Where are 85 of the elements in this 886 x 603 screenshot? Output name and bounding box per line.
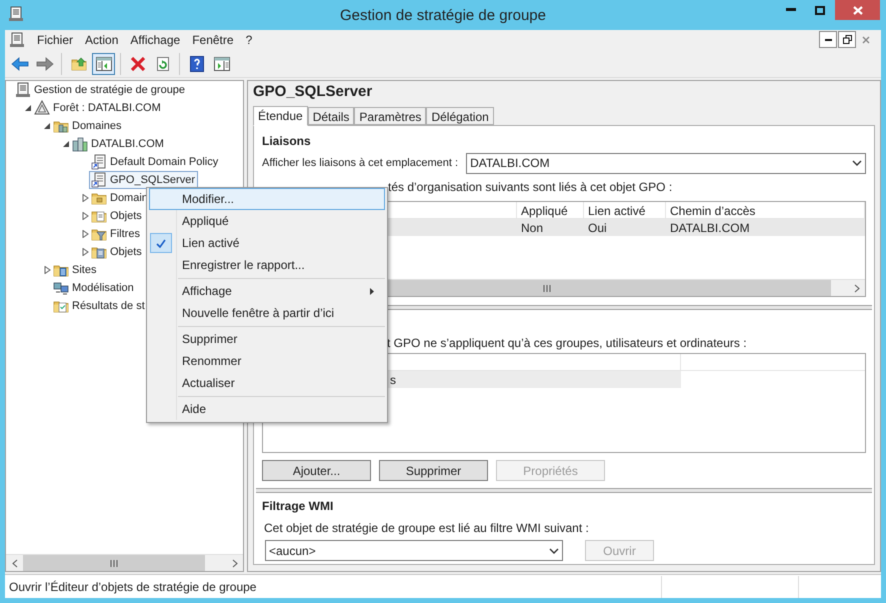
minimize-icon [786,8,796,12]
tree-item[interactable]: Gestion de stratégie de groupe [13,81,188,99]
menu-item[interactable]: Affichage [124,31,186,49]
toolbar-button[interactable] [92,52,115,74]
tab[interactable]: Détails [308,107,354,125]
column-header[interactable]: Lien activé [584,202,666,218]
refresh-icon [154,56,170,72]
scroll-thumb[interactable] [23,555,205,571]
collapsed-arrow-icon[interactable] [82,248,89,256]
menu-item[interactable]: Fenêtre [186,31,240,49]
collapsed-arrow-icon[interactable] [82,212,89,220]
tree-item[interactable]: Objets [89,243,145,261]
back-arrow-icon [10,56,28,72]
menu-item[interactable]: Enregistrer le rapport... [149,254,385,276]
expanded-arrow-icon[interactable] [63,140,70,148]
field-label: Afficher les liaisons à cet emplacement : [262,156,458,171]
checkbox[interactable] [150,233,172,253]
location-dropdown[interactable]: DATALBI.COM [466,152,866,174]
table-cell-text: Oui [587,220,608,236]
submenu-arrow-icon [370,288,374,294]
tab[interactable]: Paramètres [354,107,426,125]
menu-item[interactable]: Supprimer [149,328,385,350]
column-header[interactable]: Chemin d’accès [666,202,865,218]
tree-item[interactable]: Résultats de st [51,297,148,315]
expanded-arrow-icon[interactable] [25,104,32,112]
menu-item[interactable]: Modifier... [149,188,385,210]
gpo-title: GPO_SQLServer [253,82,372,102]
close-button[interactable] [835,0,880,20]
tree-pane-icon [96,56,112,70]
close-icon [862,36,870,44]
menu-item[interactable]: Action [79,31,124,49]
field-label: Cet objet de stratégie de groupe est lié au filtre WMI suivant : [264,520,590,537]
window-title: Gestion de stratégie de groupe [340,6,546,26]
tree-item[interactable]: Modélisation [51,279,137,297]
section-heading: Liaisons [262,133,312,148]
status-text: Ouvrir l’Éditeur d’objets de stratégie de groupe [8,578,258,596]
computers-icon [53,280,69,296]
menu-item[interactable]: Aide [149,398,385,420]
action-pane-icon [214,56,230,70]
app-icon [8,6,24,22]
tree-item[interactable]: Filtres [89,225,143,243]
delete-icon [130,56,146,72]
menu-item[interactable]: Affichage [149,280,385,302]
scroll-grip-icon [543,284,551,292]
tree-item[interactable]: Domaines [51,117,125,135]
tree-item[interactable]: Default Domain Policy [89,153,222,171]
collapsed-arrow-icon[interactable] [44,266,51,274]
menu-item[interactable]: ? [240,31,258,49]
policy-link-icon [91,154,107,170]
tree-item[interactable]: Objets [89,207,145,225]
column-header[interactable]: Appliqué [517,202,584,218]
help-icon [188,56,204,72]
maximize-icon [814,6,824,14]
scroll-grip-icon [110,560,118,566]
tree-item[interactable]: DATALBI.COM [70,135,167,153]
collapsed-arrow-icon[interactable] [82,230,89,238]
tree-item[interactable]: Forêt : DATALBI.COM [32,99,164,117]
tab[interactable]: Délégation [426,107,494,125]
button[interactable]: Supprimer [379,460,488,481]
forest-icon [34,100,50,116]
tab[interactable]: Étendue [253,106,308,126]
button[interactable]: Ajouter... [262,460,371,481]
table-cell-text: s [390,372,396,388]
table-cell-text: DATALBI.COM [669,220,751,236]
section-heading: Filtrage WMI [262,498,334,515]
collapsed-arrow-icon[interactable] [82,194,89,202]
forward-arrow-icon [36,56,54,72]
minimize-button[interactable] [819,31,837,48]
wmi-filter-dropdown[interactable]: <aucun> [265,540,563,561]
close-icon [852,6,862,14]
policy-link-icon [91,172,107,188]
restore-icon [842,35,852,44]
check-icon [156,238,166,248]
expanded-arrow-icon[interactable] [44,122,51,130]
buildings-icon [72,136,88,152]
tree-item[interactable]: GPO_SQLServer [89,171,198,189]
menu-item[interactable]: Nouvelle fenêtre à partir d’ici [149,302,385,324]
minimize-icon [824,38,832,40]
restore-button[interactable] [838,31,856,48]
description-text: tés d’organisation suivants sont liés à cet objet GPO : [388,179,674,194]
table-cell-text: Non [520,220,544,236]
menu-item[interactable]: Renommer [149,350,385,372]
menu-item[interactable]: Fichier [31,31,80,49]
tree-item[interactable]: Sites [51,261,100,279]
folder-up-icon [70,56,86,72]
